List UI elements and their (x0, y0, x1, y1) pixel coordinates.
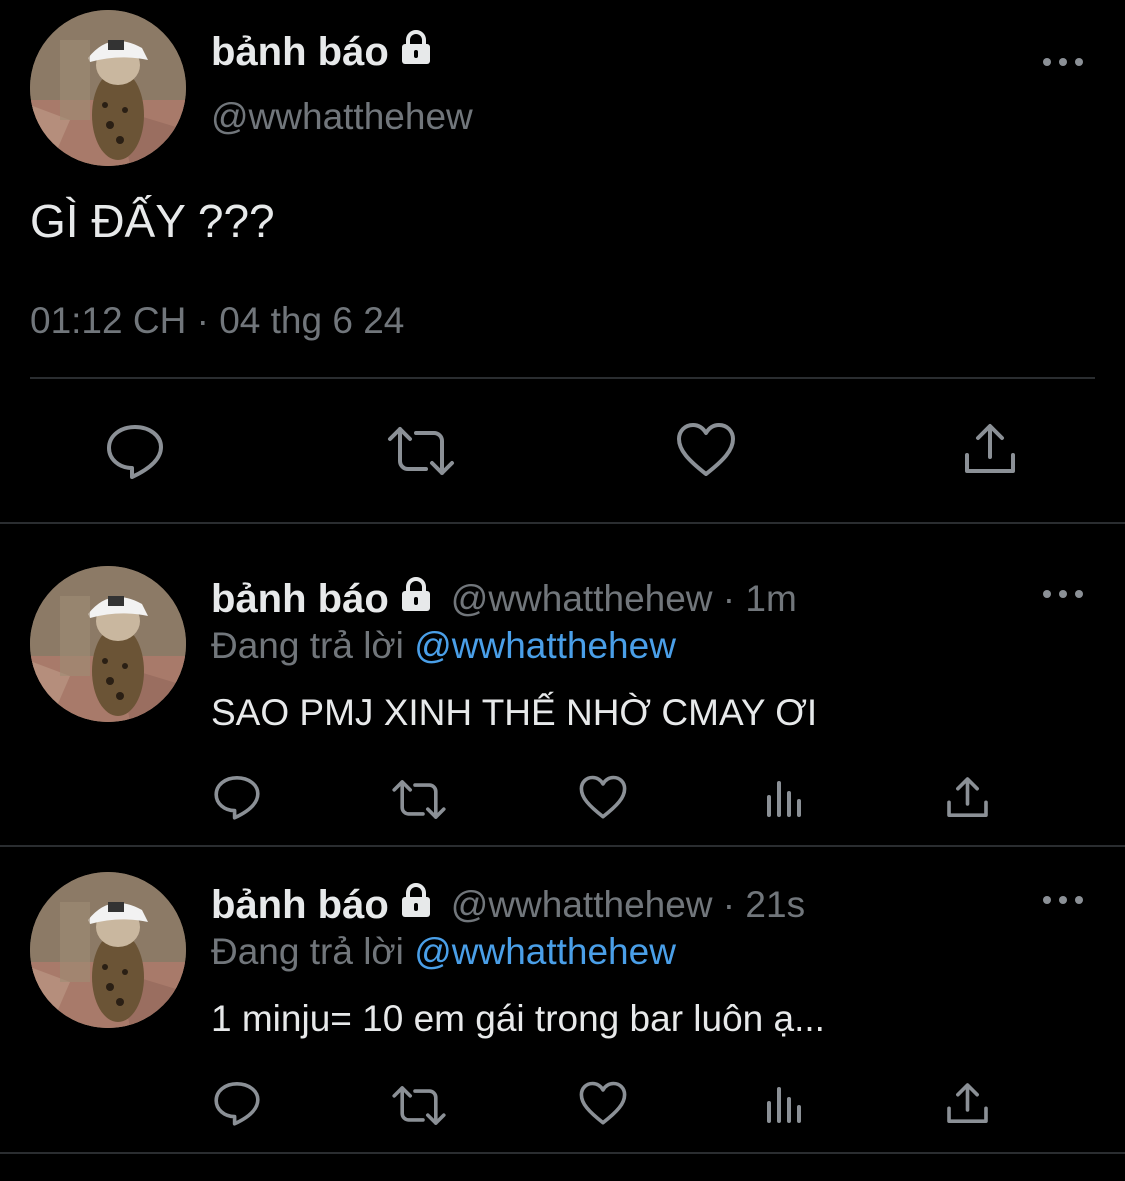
retweet-icon[interactable] (391, 1083, 447, 1128)
handle-time[interactable]: @wwhatthehew · 1m (451, 578, 797, 620)
lock-icon (397, 881, 435, 929)
retweet-icon[interactable] (391, 777, 447, 822)
divider (30, 377, 1095, 379)
reply-text: SAO PMJ XINH THẾ NHỜ CMAY ƠI (211, 692, 818, 733)
views-icon[interactable] (765, 777, 807, 819)
reply-text: 1 minju= 10 em gái trong bar luôn ạ... (211, 998, 825, 1039)
like-icon[interactable] (579, 775, 627, 820)
share-icon[interactable] (962, 421, 1018, 477)
like-icon[interactable] (579, 1081, 627, 1126)
display-name[interactable]: bảnh báo (211, 575, 435, 623)
lock-icon (397, 575, 435, 623)
display-name[interactable]: bảnh báo (211, 881, 435, 929)
more-options-icon[interactable] (1043, 893, 1083, 907)
share-icon[interactable] (945, 775, 990, 820)
replying-to-link[interactable]: @wwhatthehew (414, 625, 676, 666)
replying-to: Đang trả lời @wwhatthehew (211, 931, 676, 973)
reply-icon[interactable] (213, 773, 261, 821)
display-name-text: bảnh báo (211, 576, 389, 621)
divider (0, 522, 1125, 524)
avatar-image (30, 872, 186, 1028)
display-name-text: bảnh báo (211, 882, 389, 927)
display-name[interactable]: bảnh báo (211, 28, 435, 76)
views-icon[interactable] (765, 1083, 807, 1125)
reply-header: bảnh báo @wwhatthehew · 21s (211, 881, 805, 929)
reply-icon[interactable] (213, 1079, 261, 1127)
lock-icon (397, 28, 435, 76)
like-icon[interactable] (676, 422, 736, 478)
reply-icon[interactable] (105, 421, 165, 481)
replying-to: Đang trả lời @wwhatthehew (211, 625, 676, 667)
divider (0, 845, 1125, 847)
tweet-text: GÌ ĐẤY ??? (30, 195, 275, 247)
avatar[interactable] (30, 872, 186, 1028)
share-icon[interactable] (945, 1081, 990, 1126)
avatar[interactable] (30, 566, 186, 722)
display-name-text: bảnh báo (211, 29, 389, 74)
avatar-image (30, 566, 186, 722)
retweet-icon[interactable] (386, 423, 456, 479)
avatar-image (30, 10, 186, 166)
divider (0, 1152, 1125, 1154)
more-options-icon[interactable] (1043, 587, 1083, 601)
timestamp[interactable]: 01:12 CH · 04 thg 6 24 (30, 300, 404, 342)
handle[interactable]: @wwhatthehew (211, 96, 473, 138)
replying-to-label: Đang trả lời (211, 931, 404, 972)
replying-to-link[interactable]: @wwhatthehew (414, 931, 676, 972)
reply-header: bảnh báo @wwhatthehew · 1m (211, 575, 797, 623)
avatar[interactable] (30, 10, 186, 166)
replying-to-label: Đang trả lời (211, 625, 404, 666)
more-options-icon[interactable] (1043, 55, 1083, 69)
handle-time[interactable]: @wwhatthehew · 21s (451, 884, 805, 926)
